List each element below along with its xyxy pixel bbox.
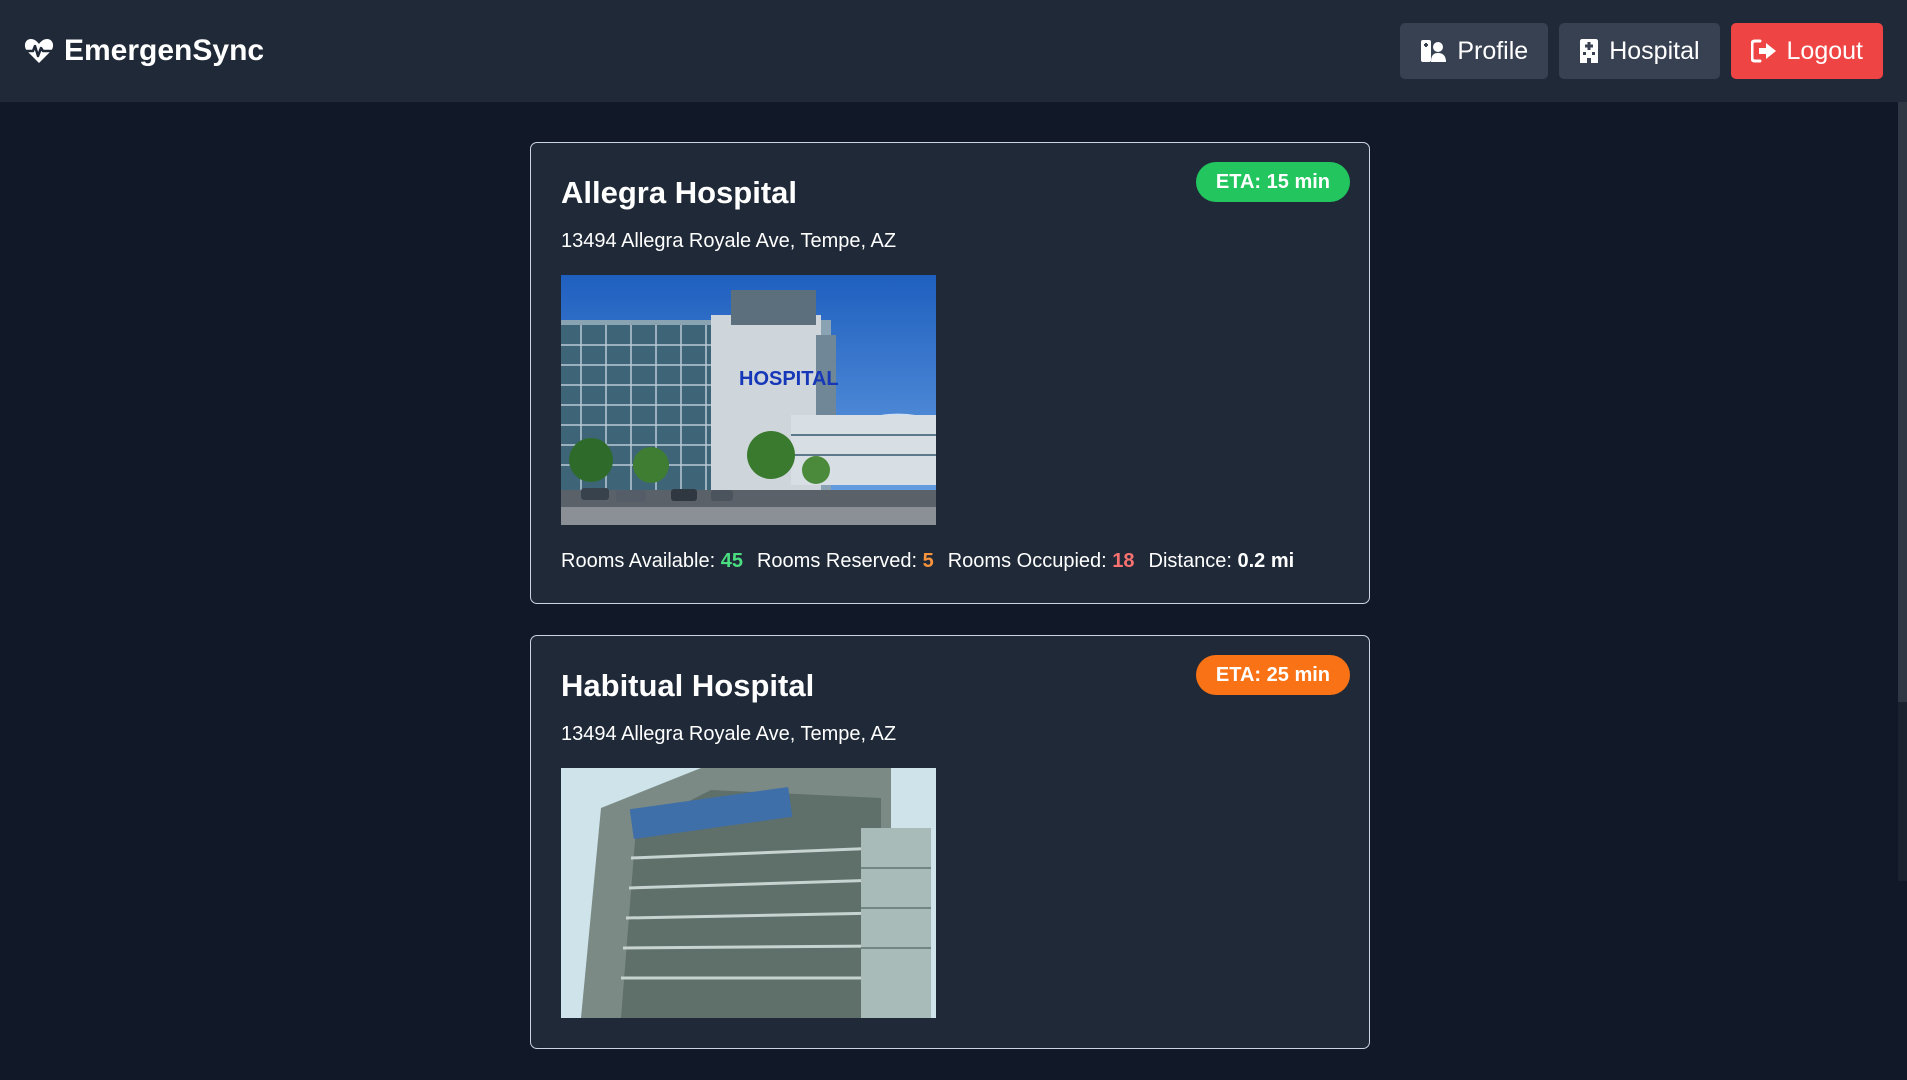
eta-value: 25 min <box>1266 664 1330 686</box>
room-stats: Rooms Available: 45 Rooms Reserved: 5 Room… <box>561 549 1339 573</box>
hospital-card[interactable]: Habitual Hospital ETA: 25 min 13494 Alleg… <box>530 635 1370 1049</box>
hospital-address: 13494 Allegra Royale Ave, Tempe, AZ <box>561 723 897 745</box>
app-title: EmergenSync <box>64 34 265 67</box>
top-navbar: EmergenSync Profile Hospital Logout <box>0 0 1907 102</box>
hospital-button-label: Hospital <box>1609 36 1700 65</box>
brand[interactable]: EmergenSync <box>24 34 264 68</box>
hospital-photo <box>561 768 936 1018</box>
heart-pulse-icon <box>24 38 54 64</box>
rooms-occupied: Rooms Occupied: 18 <box>947 550 1135 572</box>
hospital-address: 13494 Allegra Royale Ave, Tempe, AZ <box>561 230 897 252</box>
svg-text:HOSPITAL: HOSPITAL <box>739 368 839 390</box>
rooms-available: Rooms Available: 45 <box>561 550 743 572</box>
hospital-button[interactable]: Hospital <box>1559 23 1720 79</box>
hospital-list: Allegra Hospital ETA: 15 min 13494 Allegr… <box>530 142 1370 1080</box>
rooms-occupied-value: 18 <box>1112 550 1135 572</box>
hospital-card[interactable]: Allegra Hospital ETA: 15 min 13494 Allegr… <box>530 142 1370 604</box>
rooms-reserved-value: 5 <box>922 550 934 572</box>
hospital-user-icon <box>1420 39 1447 63</box>
scrollbar-thumb[interactable] <box>1898 102 1907 702</box>
profile-button-label: Profile <box>1457 36 1529 65</box>
distance: Distance: 0.2 mi <box>1148 550 1295 572</box>
distance-value: 0.2 mi <box>1237 550 1295 572</box>
hospital-icon <box>1579 38 1599 64</box>
profile-button[interactable]: Profile <box>1400 23 1549 79</box>
eta-badge: ETA: 25 min <box>1195 655 1350 695</box>
page-scrollbar[interactable] <box>1898 102 1907 881</box>
logout-button-label: Logout <box>1786 36 1863 65</box>
eta-label: ETA: <box>1215 171 1262 193</box>
nav-buttons: Profile Hospital Logout <box>1400 23 1883 79</box>
rooms-available-value: 45 <box>720 550 743 572</box>
logout-button[interactable]: Logout <box>1730 23 1883 79</box>
eta-value: 15 min <box>1266 171 1330 193</box>
rooms-reserved: Rooms Reserved: 5 <box>756 550 934 572</box>
sign-out-icon <box>1750 39 1777 63</box>
hospital-photo: HOSPITAL <box>561 275 936 525</box>
eta-label: ETA: <box>1215 664 1262 686</box>
eta-badge: ETA: 15 min <box>1195 162 1350 202</box>
